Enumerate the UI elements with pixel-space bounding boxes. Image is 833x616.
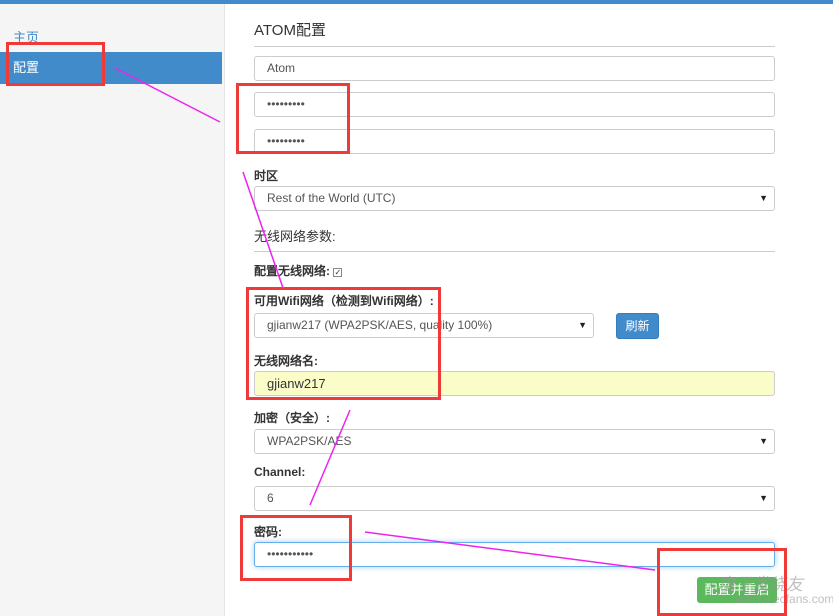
annotation-arrow: [309, 409, 351, 506]
annotation-arrow: [114, 67, 221, 123]
annotation-arrow: [242, 171, 284, 289]
annotation-arrows: [114, 67, 656, 571]
annotation-arrow: [364, 531, 656, 571]
